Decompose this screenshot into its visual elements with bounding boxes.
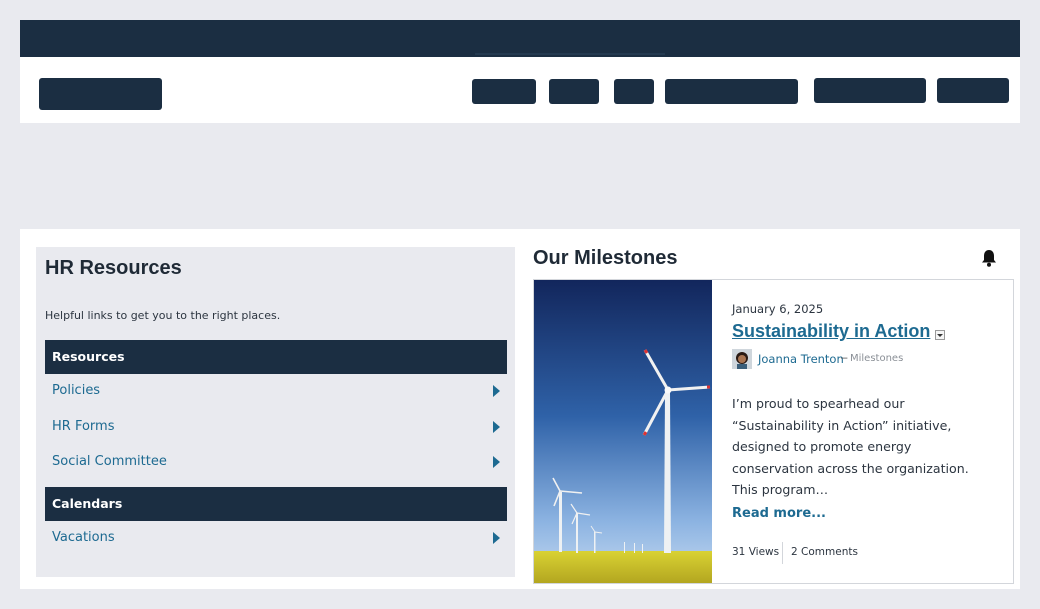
section-heading-resources: Resources bbox=[45, 340, 507, 374]
nav-item-1[interactable] bbox=[472, 79, 536, 104]
wind-turbines-image bbox=[534, 280, 712, 583]
post-excerpt: I’m proud to spearhead our “Sustainabili… bbox=[732, 396, 969, 497]
nav-item-5[interactable] bbox=[814, 78, 926, 103]
site-logo-placeholder[interactable] bbox=[39, 78, 162, 110]
link-hr-forms[interactable]: HR Forms bbox=[45, 410, 507, 444]
caret-right-icon bbox=[493, 421, 500, 433]
stats-divider bbox=[782, 542, 783, 564]
link-vacations[interactable]: Vacations bbox=[45, 521, 507, 555]
nav-item-3[interactable] bbox=[614, 79, 654, 104]
top-bar-divider bbox=[475, 53, 665, 55]
hr-resources-panel: HR Resources Helpful links to get you to… bbox=[36, 247, 515, 577]
post-title-link[interactable]: Sustainability in Action bbox=[732, 321, 930, 342]
milestones-title: Our Milestones bbox=[533, 247, 678, 269]
link-label: Policies bbox=[52, 383, 101, 398]
caret-right-icon bbox=[493, 385, 500, 397]
link-social-committee[interactable]: Social Committee bbox=[45, 445, 507, 479]
link-label: Social Committee bbox=[52, 454, 167, 469]
bell-icon[interactable] bbox=[979, 248, 999, 268]
dropdown-icon[interactable] bbox=[935, 330, 945, 340]
link-policies[interactable]: Policies bbox=[45, 374, 507, 408]
navigation-bar bbox=[20, 57, 1020, 123]
author-link[interactable]: Joanna Trenton bbox=[758, 352, 844, 366]
comments-link[interactable]: 2 Comments bbox=[791, 546, 858, 558]
hr-resources-description: Helpful links to get you to the right pl… bbox=[45, 309, 281, 322]
read-more-link[interactable]: Read more... bbox=[732, 506, 826, 521]
top-bar bbox=[20, 20, 1020, 57]
views-count: 31 Views bbox=[732, 546, 780, 558]
caret-right-icon bbox=[493, 532, 500, 544]
section-heading-calendars: Calendars bbox=[45, 487, 507, 521]
caret-right-icon bbox=[493, 456, 500, 468]
nav-item-2[interactable] bbox=[549, 79, 599, 104]
nav-item-4[interactable] bbox=[665, 79, 798, 104]
nav-item-6[interactable] bbox=[937, 78, 1009, 103]
meta-separator: – bbox=[841, 352, 848, 364]
milestone-post-card: January 6, 2025 Sustainability in Action… bbox=[533, 279, 1014, 584]
main-content: HR Resources Helpful links to get you to… bbox=[20, 229, 1020, 589]
author-avatar[interactable] bbox=[732, 349, 752, 369]
hr-resources-title: HR Resources bbox=[45, 257, 182, 279]
post-date: January 6, 2025 bbox=[732, 302, 824, 316]
link-label: Vacations bbox=[52, 530, 115, 545]
link-label: HR Forms bbox=[52, 419, 115, 434]
category-link[interactable]: Milestones bbox=[850, 353, 903, 364]
